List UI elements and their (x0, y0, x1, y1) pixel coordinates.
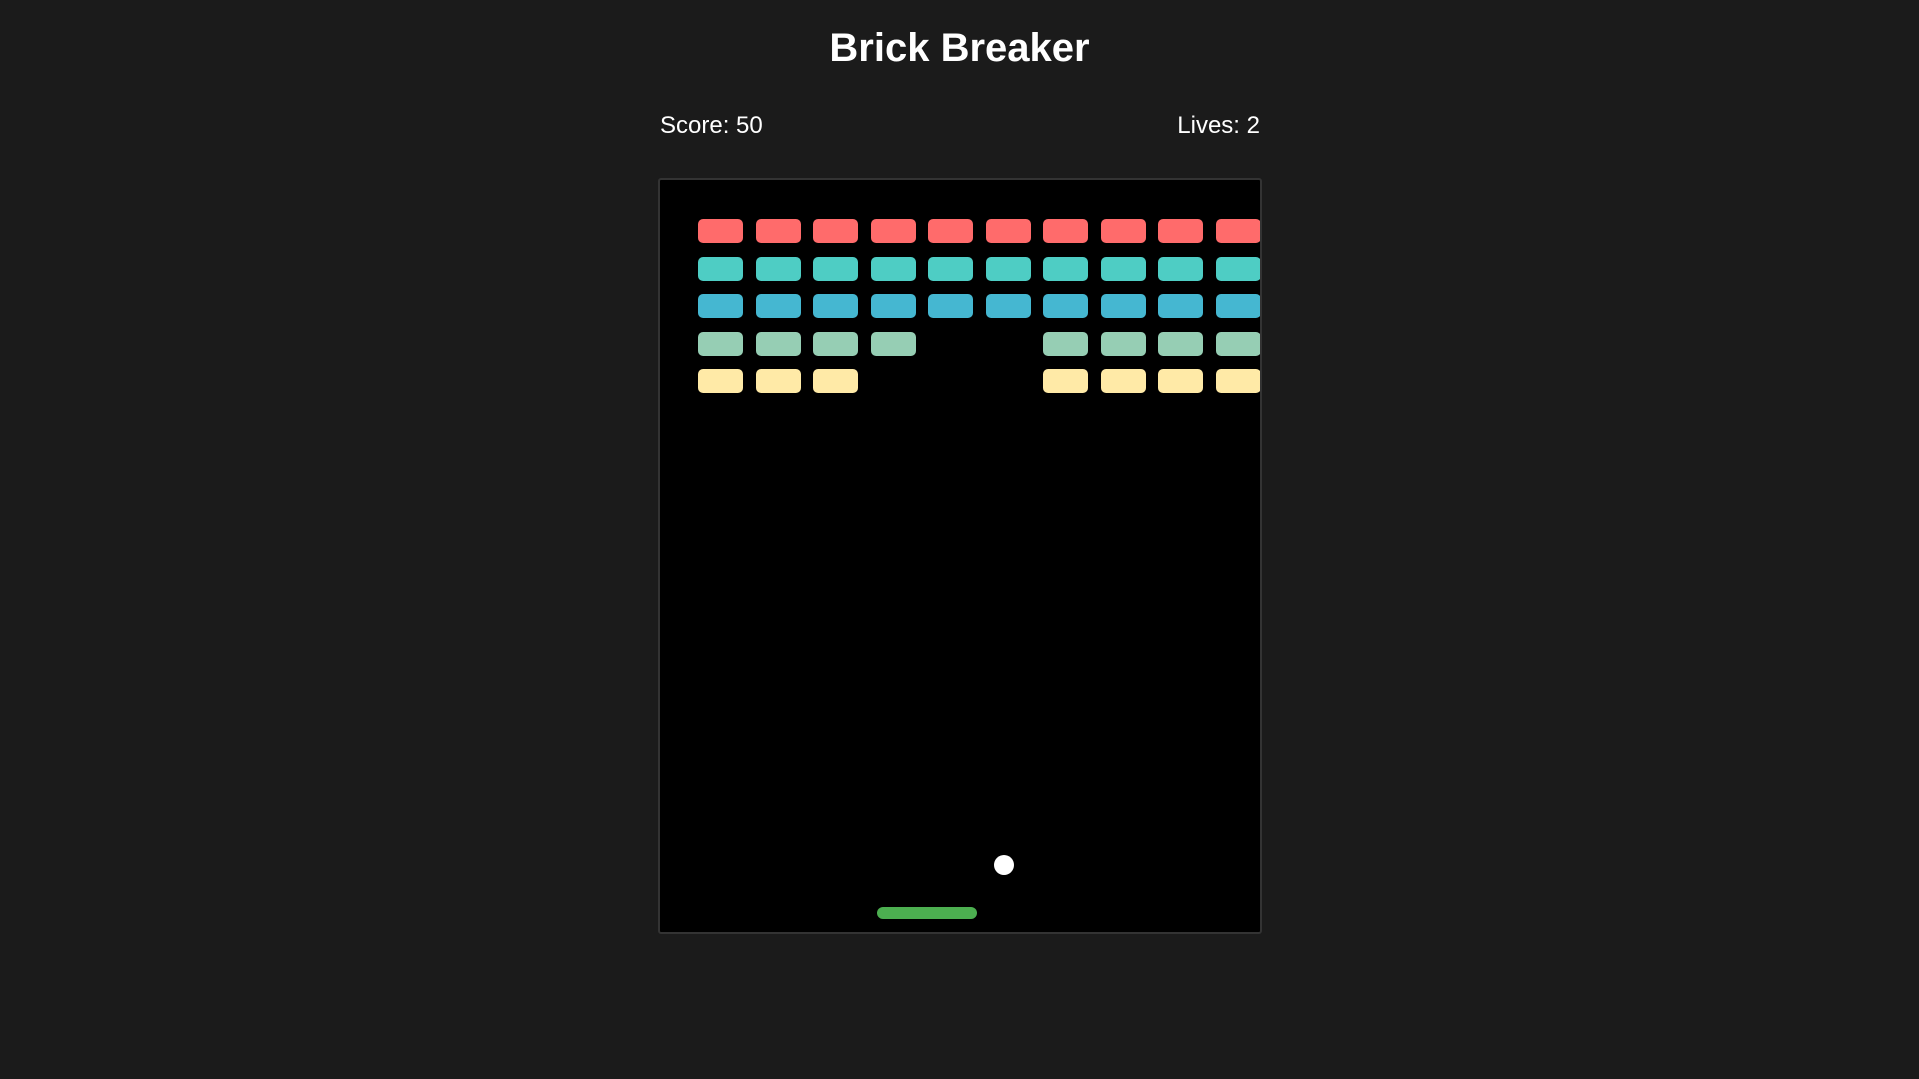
brick (1043, 219, 1088, 243)
brick (1158, 256, 1203, 281)
brick (870, 219, 916, 243)
brick (755, 256, 801, 281)
brick (698, 256, 743, 281)
brick (1100, 219, 1146, 243)
brick (1158, 331, 1203, 356)
brick (755, 219, 801, 243)
brick (985, 256, 1031, 281)
brick (813, 369, 858, 393)
brick (698, 294, 743, 318)
brick (813, 219, 858, 243)
brick (985, 219, 1031, 243)
brick (813, 256, 858, 281)
brick (755, 294, 801, 318)
brick (698, 331, 743, 356)
brick (755, 369, 801, 393)
brick (1215, 331, 1260, 356)
brick (698, 219, 743, 243)
score-display: Score: 50 (660, 112, 763, 139)
brick (1043, 331, 1088, 356)
brick (928, 219, 973, 243)
brick (1100, 369, 1146, 393)
brick (1215, 369, 1260, 393)
brick (1043, 369, 1088, 393)
brick (1043, 256, 1088, 281)
brick (1215, 219, 1260, 243)
brick (870, 256, 916, 281)
ball (994, 855, 1014, 875)
game-title: Brick Breaker (829, 26, 1090, 70)
brick (1043, 294, 1088, 318)
game-board[interactable] (658, 178, 1262, 934)
brick (1158, 369, 1203, 393)
brick (755, 331, 801, 356)
brick (870, 331, 916, 356)
brick (1100, 294, 1146, 318)
lives-display: Lives: 2 (1177, 112, 1260, 139)
paddle[interactable] (877, 907, 977, 919)
brick (870, 294, 916, 318)
brick (1158, 294, 1203, 318)
brick (1158, 219, 1203, 243)
brick (1215, 256, 1260, 281)
hud: Score: 50 Lives: 2 (660, 110, 1260, 142)
brick (985, 294, 1031, 318)
brick (928, 294, 973, 318)
brick (1100, 256, 1146, 281)
brick (813, 331, 858, 356)
brick (928, 256, 973, 281)
brick (813, 294, 858, 318)
brick (1100, 331, 1146, 356)
brick (1215, 294, 1260, 318)
brick (698, 369, 743, 393)
